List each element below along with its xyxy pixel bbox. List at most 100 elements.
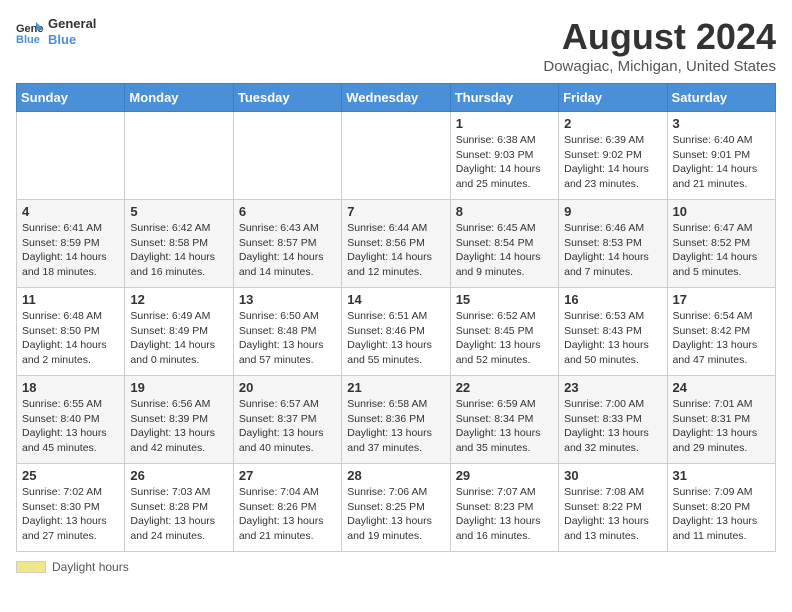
day-number: 10 — [673, 204, 770, 219]
day-info: Sunrise: 6:46 AMSunset: 8:53 PMDaylight:… — [564, 221, 661, 280]
calendar-cell — [342, 112, 450, 200]
header-row: Sunday Monday Tuesday Wednesday Thursday… — [17, 84, 776, 112]
calendar-cell: 3 Sunrise: 6:40 AMSunset: 9:01 PMDaylight… — [667, 112, 775, 200]
day-number: 25 — [22, 468, 119, 483]
calendar-cell: 16 Sunrise: 6:53 AMSunset: 8:43 PMDayligh… — [559, 288, 667, 376]
day-number: 12 — [130, 292, 227, 307]
col-tuesday: Tuesday — [233, 84, 341, 112]
legend-label: Daylight hours — [52, 560, 129, 574]
calendar-cell: 12 Sunrise: 6:49 AMSunset: 8:49 PMDayligh… — [125, 288, 233, 376]
day-info: Sunrise: 7:08 AMSunset: 8:22 PMDaylight:… — [564, 485, 661, 544]
logo: General Blue General Blue — [16, 16, 96, 47]
day-info: Sunrise: 7:02 AMSunset: 8:30 PMDaylight:… — [22, 485, 119, 544]
day-info: Sunrise: 6:49 AMSunset: 8:49 PMDaylight:… — [130, 309, 227, 368]
calendar-cell: 26 Sunrise: 7:03 AMSunset: 8:28 PMDayligh… — [125, 464, 233, 552]
day-number: 3 — [673, 116, 770, 131]
calendar-cell: 29Sunrise: 7:07 AMSunset: 8:23 PMDayligh… — [450, 464, 558, 552]
calendar-cell — [125, 112, 233, 200]
calendar-cell: 22 Sunrise: 6:59 AMSunset: 8:34 PMDayligh… — [450, 376, 558, 464]
day-info: Sunrise: 6:45 AMSunset: 8:54 PMDaylight:… — [456, 221, 553, 280]
day-info: Sunrise: 6:42 AMSunset: 8:58 PMDaylight:… — [130, 221, 227, 280]
calendar-cell: 20 Sunrise: 6:57 AMSunset: 8:37 PMDayligh… — [233, 376, 341, 464]
day-number: 20 — [239, 380, 336, 395]
day-info: Sunrise: 6:58 AMSunset: 8:36 PMDaylight:… — [347, 397, 444, 456]
col-sunday: Sunday — [17, 84, 125, 112]
day-number: 2 — [564, 116, 661, 131]
calendar-cell: 15Sunrise: 6:52 AMSunset: 8:45 PMDayligh… — [450, 288, 558, 376]
day-info: Sunrise: 7:03 AMSunset: 8:28 PMDaylight:… — [130, 485, 227, 544]
day-info: Sunrise: 7:06 AMSunset: 8:25 PMDaylight:… — [347, 485, 444, 544]
day-info: Sunrise: 6:53 AMSunset: 8:43 PMDaylight:… — [564, 309, 661, 368]
calendar-cell: 4 Sunrise: 6:41 AMSunset: 8:59 PMDaylight… — [17, 200, 125, 288]
logo-icon: General Blue — [16, 20, 44, 44]
day-number: 30 — [564, 468, 661, 483]
col-friday: Friday — [559, 84, 667, 112]
calendar-cell: 23 Sunrise: 7:00 AMSunset: 8:33 PMDayligh… — [559, 376, 667, 464]
day-number: 17 — [673, 292, 770, 307]
calendar-week-1: 4 Sunrise: 6:41 AMSunset: 8:59 PMDaylight… — [17, 200, 776, 288]
calendar-cell: 31Sunrise: 7:09 AMSunset: 8:20 PMDayligh… — [667, 464, 775, 552]
day-number: 6 — [239, 204, 336, 219]
page-subtitle: Dowagiac, Michigan, United States — [543, 58, 776, 75]
day-number: 31 — [673, 468, 770, 483]
calendar-cell: 14 Sunrise: 6:51 AMSunset: 8:46 PMDayligh… — [342, 288, 450, 376]
calendar-body: 1 Sunrise: 6:38 AMSunset: 9:03 PMDaylight… — [17, 112, 776, 552]
calendar-cell: 24 Sunrise: 7:01 AMSunset: 8:31 PMDayligh… — [667, 376, 775, 464]
day-info: Sunrise: 6:40 AMSunset: 9:01 PMDaylight:… — [673, 133, 770, 192]
day-number: 14 — [347, 292, 444, 307]
day-number: 13 — [239, 292, 336, 307]
title-block: August 2024 Dowagiac, Michigan, United S… — [543, 16, 776, 75]
calendar-cell: 5 Sunrise: 6:42 AMSunset: 8:58 PMDaylight… — [125, 200, 233, 288]
day-info: Sunrise: 6:57 AMSunset: 8:37 PMDaylight:… — [239, 397, 336, 456]
day-info: Sunrise: 6:51 AMSunset: 8:46 PMDaylight:… — [347, 309, 444, 368]
day-info: Sunrise: 6:44 AMSunset: 8:56 PMDaylight:… — [347, 221, 444, 280]
day-number: 5 — [130, 204, 227, 219]
calendar-table: Sunday Monday Tuesday Wednesday Thursday… — [16, 83, 776, 552]
svg-text:Blue: Blue — [16, 34, 40, 44]
day-info: Sunrise: 7:00 AMSunset: 8:33 PMDaylight:… — [564, 397, 661, 456]
page-title: August 2024 — [543, 16, 776, 58]
logo-text-blue: Blue — [48, 32, 96, 48]
logo-text-general: General — [48, 16, 96, 32]
calendar-cell: 13 Sunrise: 6:50 AMSunset: 8:48 PMDayligh… — [233, 288, 341, 376]
calendar-cell: 2 Sunrise: 6:39 AMSunset: 9:02 PMDaylight… — [559, 112, 667, 200]
calendar-header: Sunday Monday Tuesday Wednesday Thursday… — [17, 84, 776, 112]
day-number: 8 — [456, 204, 553, 219]
day-number: 22 — [456, 380, 553, 395]
calendar-cell: 9Sunrise: 6:46 AMSunset: 8:53 PMDaylight… — [559, 200, 667, 288]
day-info: Sunrise: 6:55 AMSunset: 8:40 PMDaylight:… — [22, 397, 119, 456]
day-info: Sunrise: 6:48 AMSunset: 8:50 PMDaylight:… — [22, 309, 119, 368]
calendar-week-2: 11 Sunrise: 6:48 AMSunset: 8:50 PMDayligh… — [17, 288, 776, 376]
day-info: Sunrise: 6:50 AMSunset: 8:48 PMDaylight:… — [239, 309, 336, 368]
day-number: 11 — [22, 292, 119, 307]
day-number: 1 — [456, 116, 553, 131]
day-number: 18 — [22, 380, 119, 395]
day-number: 28 — [347, 468, 444, 483]
calendar-week-4: 25 Sunrise: 7:02 AMSunset: 8:30 PMDayligh… — [17, 464, 776, 552]
day-info: Sunrise: 6:38 AMSunset: 9:03 PMDaylight:… — [456, 133, 553, 192]
day-info: Sunrise: 6:54 AMSunset: 8:42 PMDaylight:… — [673, 309, 770, 368]
calendar-cell: 6Sunrise: 6:43 AMSunset: 8:57 PMDaylight… — [233, 200, 341, 288]
col-thursday: Thursday — [450, 84, 558, 112]
col-saturday: Saturday — [667, 84, 775, 112]
calendar-cell: 10Sunrise: 6:47 AMSunset: 8:52 PMDayligh… — [667, 200, 775, 288]
day-number: 23 — [564, 380, 661, 395]
day-number: 24 — [673, 380, 770, 395]
day-info: Sunrise: 6:59 AMSunset: 8:34 PMDaylight:… — [456, 397, 553, 456]
col-wednesday: Wednesday — [342, 84, 450, 112]
calendar-cell: 27Sunrise: 7:04 AMSunset: 8:26 PMDayligh… — [233, 464, 341, 552]
legend-color-box — [16, 561, 46, 573]
calendar-cell: 21Sunrise: 6:58 AMSunset: 8:36 PMDayligh… — [342, 376, 450, 464]
day-number: 29 — [456, 468, 553, 483]
day-number: 26 — [130, 468, 227, 483]
day-info: Sunrise: 7:01 AMSunset: 8:31 PMDaylight:… — [673, 397, 770, 456]
day-info: Sunrise: 6:52 AMSunset: 8:45 PMDaylight:… — [456, 309, 553, 368]
calendar-cell: 25 Sunrise: 7:02 AMSunset: 8:30 PMDayligh… — [17, 464, 125, 552]
day-number: 7 — [347, 204, 444, 219]
day-info: Sunrise: 6:39 AMSunset: 9:02 PMDaylight:… — [564, 133, 661, 192]
day-info: Sunrise: 6:41 AMSunset: 8:59 PMDaylight:… — [22, 221, 119, 280]
day-info: Sunrise: 7:04 AMSunset: 8:26 PMDaylight:… — [239, 485, 336, 544]
calendar-cell: 18 Sunrise: 6:55 AMSunset: 8:40 PMDayligh… — [17, 376, 125, 464]
day-number: 16 — [564, 292, 661, 307]
day-number: 4 — [22, 204, 119, 219]
